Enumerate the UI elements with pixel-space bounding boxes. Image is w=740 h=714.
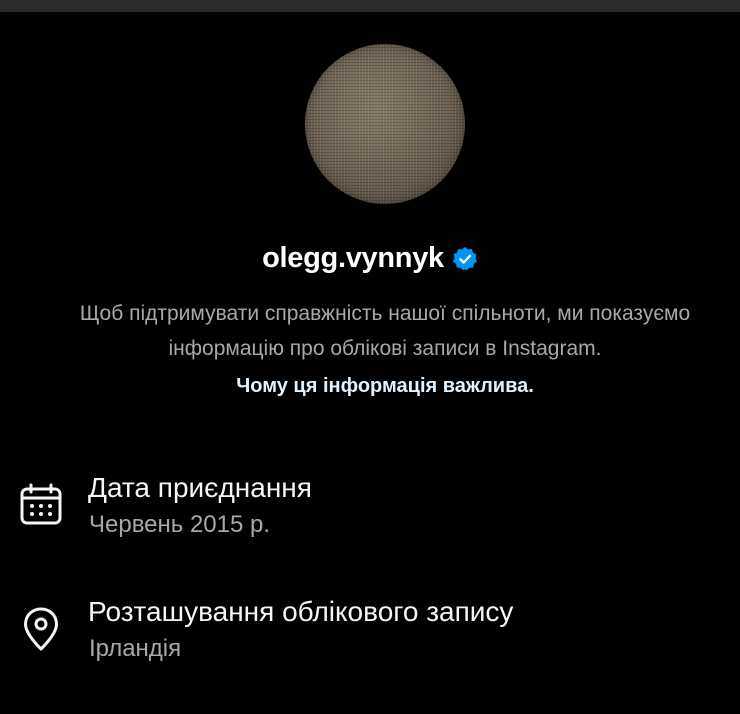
authenticity-notice: Щоб підтримувати справжність нашої спіль… bbox=[79, 302, 691, 360]
join-date-title: Дата приєднання bbox=[88, 472, 312, 503]
location-pin-icon bbox=[18, 606, 64, 652]
avatar bbox=[305, 44, 465, 204]
account-info-page: olegg.vynnyk Щоб підтримувати справжніст… bbox=[0, 0, 740, 714]
username: olegg.vynnyk bbox=[262, 242, 444, 274]
join-date-value: Червень 2015 р. bbox=[89, 511, 271, 538]
account-location-value: Ірландія bbox=[89, 635, 182, 662]
account-location-item: Розташування облікового запису Ірландія bbox=[18, 594, 718, 664]
verified-badge-icon bbox=[452, 246, 478, 272]
why-this-info-link[interactable]: Чому ця інформація важлива. bbox=[0, 368, 740, 404]
join-date-item: Дата приєднання Червень 2015 р. bbox=[18, 470, 718, 540]
window-top-bar bbox=[0, 0, 740, 12]
calendar-icon bbox=[18, 482, 64, 528]
username-row: olegg.vynnyk bbox=[0, 238, 740, 278]
account-location-title: Розташування облікового запису bbox=[88, 596, 514, 627]
